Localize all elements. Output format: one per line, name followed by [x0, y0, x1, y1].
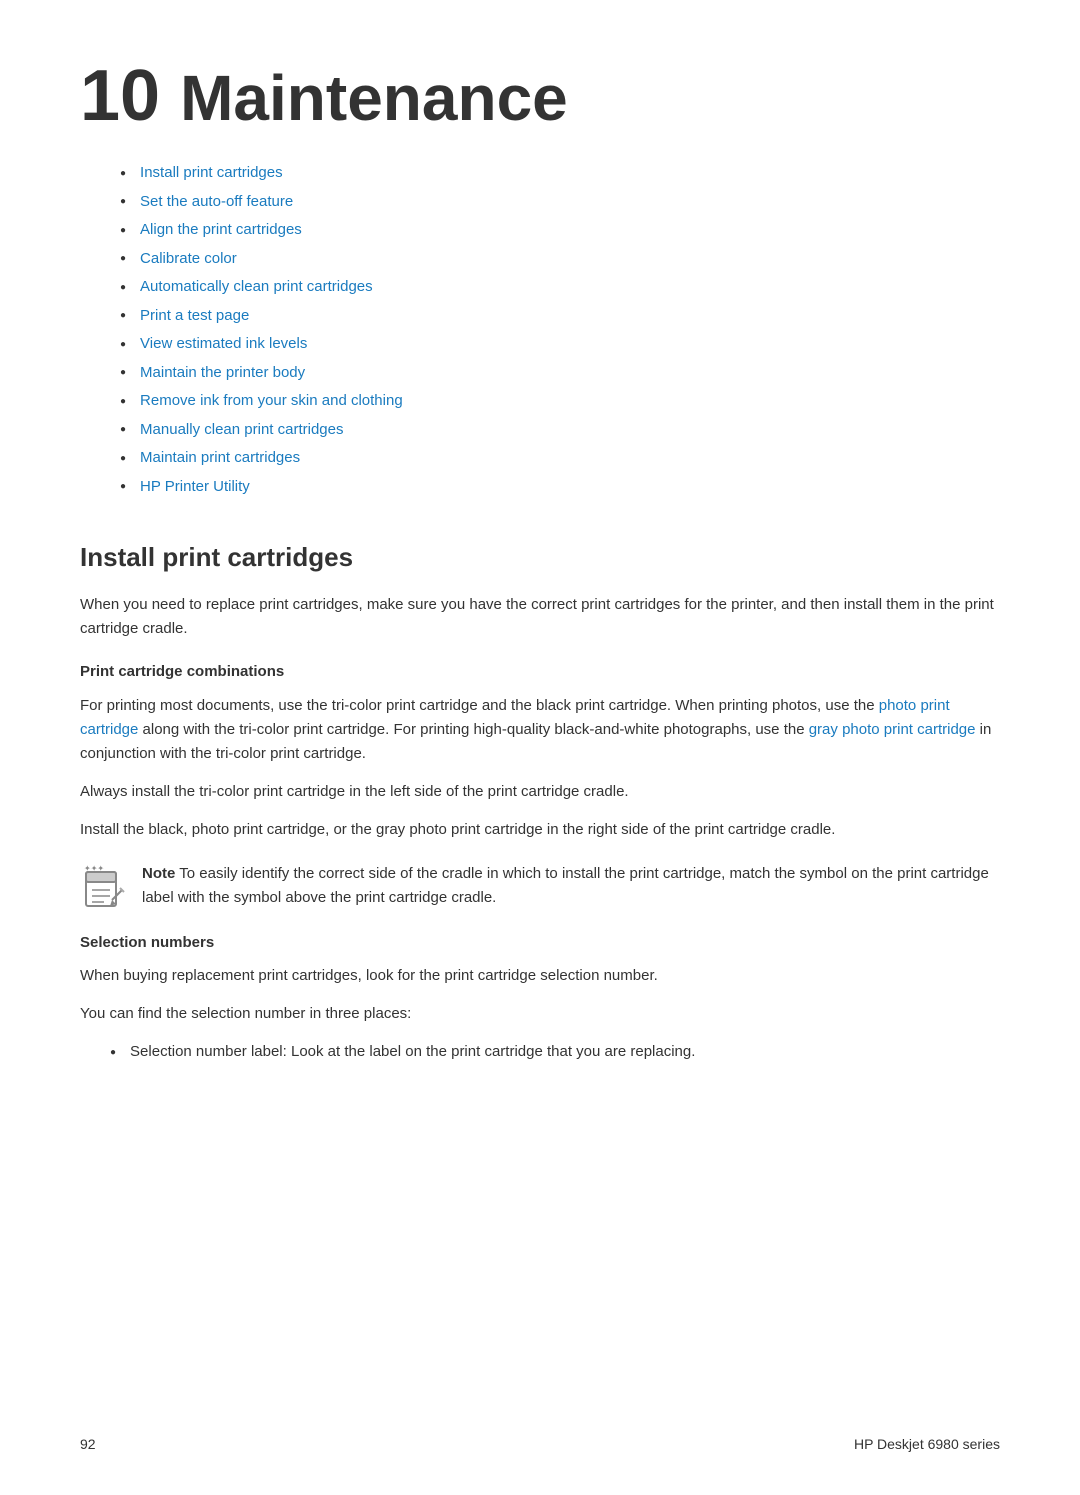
svg-text:✦✦✦: ✦✦✦ — [84, 864, 104, 873]
list-item: Calibrate color — [120, 248, 1000, 271]
selection-bullets: Selection number label: Look at the labe… — [110, 1040, 1000, 1064]
chapter-header: 10 Maintenance — [80, 60, 1000, 132]
list-item: HP Printer Utility — [120, 476, 1000, 499]
toc-link-maintaincartridges[interactable]: Maintain print cartridges — [140, 447, 300, 470]
section-intro: When you need to replace print cartridge… — [80, 593, 1000, 641]
print-cartridge-combinations: Print cartridge combinations For printin… — [80, 661, 1000, 912]
toc-link-printerbody[interactable]: Maintain the printer body — [140, 362, 305, 385]
list-item: View estimated ink levels — [120, 333, 1000, 356]
list-item: Remove ink from your skin and clothing — [120, 390, 1000, 413]
selection-numbers: Selection numbers When buying replacemen… — [80, 932, 1000, 1065]
bullet-text-1: Selection number label: Look at the labe… — [130, 1040, 695, 1064]
toc-link-removeink[interactable]: Remove ink from your skin and clothing — [140, 390, 403, 413]
list-item: Maintain the printer body — [120, 362, 1000, 385]
chapter-title: Maintenance — [180, 66, 568, 130]
toc-link-calibrate[interactable]: Calibrate color — [140, 248, 237, 271]
toc-link-hputility[interactable]: HP Printer Utility — [140, 476, 250, 499]
list-item: Align the print cartridges — [120, 219, 1000, 242]
combinations-paragraph2: Always install the tri-color print cartr… — [80, 780, 1000, 804]
list-item: Install print cartridges — [120, 162, 1000, 185]
combinations-paragraph1: For printing most documents, use the tri… — [80, 694, 1000, 766]
note-body: To easily identify the correct side of t… — [142, 865, 989, 906]
toc-link-autoclean[interactable]: Automatically clean print cartridges — [140, 276, 373, 299]
toc-link-autooff[interactable]: Set the auto-off feature — [140, 191, 293, 214]
chapter-number: 10 — [80, 60, 160, 132]
subsection-title-combinations: Print cartridge combinations — [80, 661, 1000, 684]
list-item: Selection number label: Look at the labe… — [110, 1040, 1000, 1064]
toc-link-manualclean[interactable]: Manually clean print cartridges — [140, 419, 343, 442]
note-label: Note — [142, 865, 175, 882]
list-item: Manually clean print cartridges — [120, 419, 1000, 442]
toc-link-install[interactable]: Install print cartridges — [140, 162, 283, 185]
combinations-text-middle: along with the tri-color print cartridge… — [138, 721, 808, 738]
list-item: Print a test page — [120, 305, 1000, 328]
section-title: Install print cartridges — [80, 538, 1000, 577]
list-item: Automatically clean print cartridges — [120, 276, 1000, 299]
list-item: Maintain print cartridges — [120, 447, 1000, 470]
subsection-title-selection: Selection numbers — [80, 932, 1000, 955]
list-item: Set the auto-off feature — [120, 191, 1000, 214]
gray-photo-cartridge-link[interactable]: gray photo print cartridge — [809, 721, 976, 738]
toc-link-align[interactable]: Align the print cartridges — [140, 219, 302, 242]
product-name: HP Deskjet 6980 series — [854, 1434, 1000, 1455]
combinations-text-prefix: For printing most documents, use the tri… — [80, 697, 879, 714]
page-footer: 92 HP Deskjet 6980 series — [80, 1434, 1000, 1455]
note-icon: ✦✦✦ — [80, 864, 128, 912]
note-text: Note To easily identify the correct side… — [142, 862, 1000, 910]
selection-paragraph2: You can find the selection number in thr… — [80, 1002, 1000, 1026]
toc-link-testpage[interactable]: Print a test page — [140, 305, 249, 328]
note-box: ✦✦✦ Note To easily identify the correct … — [80, 862, 1000, 912]
toc-link-inklevels[interactable]: View estimated ink levels — [140, 333, 307, 356]
selection-paragraph1: When buying replacement print cartridges… — [80, 964, 1000, 988]
page: 10 Maintenance Install print cartridges … — [0, 0, 1080, 1495]
toc-list: Install print cartridges Set the auto-of… — [120, 162, 1000, 498]
page-number: 92 — [80, 1434, 96, 1455]
combinations-paragraph3: Install the black, photo print cartridge… — [80, 818, 1000, 842]
